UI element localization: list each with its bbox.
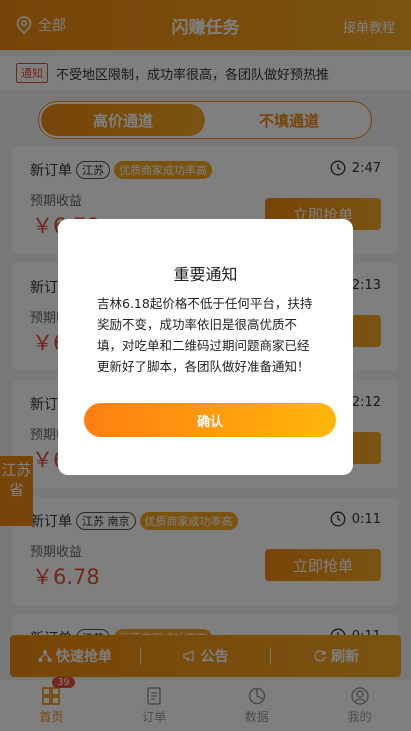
dialog-title: 重要通知 [173,265,238,284]
dialog-message: 吉林6.18起价格不低于任何平台，扶持奖励不变，成功率依旧是很高优质不填，对吃单… [97,296,313,374]
notice-dialog: 重要通知 吉林6.18起价格不低于任何平台，扶持奖励不变，成功率依旧是很高优质不… [58,219,353,475]
confirm-button[interactable]: 确认 [84,403,336,437]
